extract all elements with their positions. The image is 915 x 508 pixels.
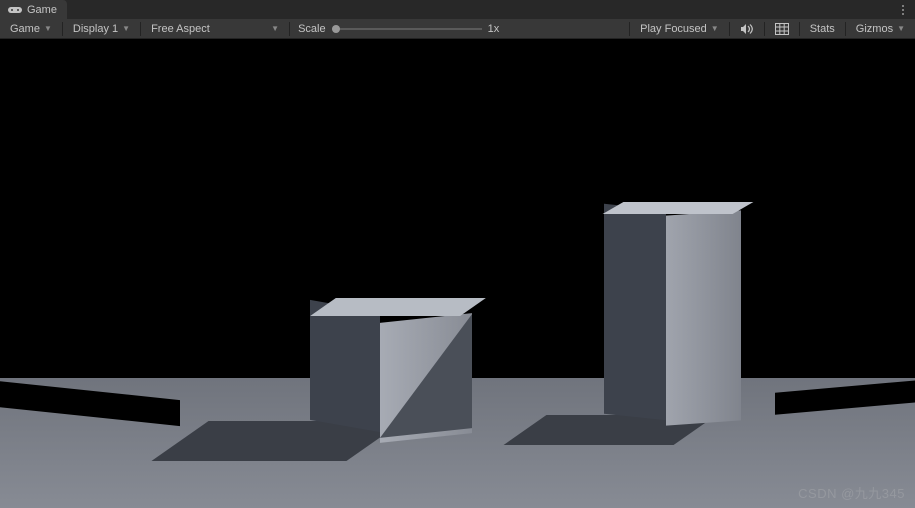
scale-control: Scale 1x	[294, 23, 499, 35]
cube-top-face	[310, 298, 486, 316]
gizmos-dropdown[interactable]: Gizmos ▼	[850, 20, 911, 38]
game-toolbar: Game ▼ Display 1 ▼ Free Aspect ▼ Scale 1…	[0, 19, 915, 39]
scale-value: 1x	[488, 23, 500, 35]
tall-right-face	[666, 210, 741, 425]
display-dropdown[interactable]: Display 1 ▼	[67, 20, 136, 38]
game-viewport: CSDN @九九345	[0, 39, 915, 508]
maximize-button[interactable]	[769, 20, 795, 38]
chevron-down-icon: ▼	[271, 24, 279, 33]
tab-options-button[interactable]	[897, 0, 909, 19]
separator	[799, 22, 800, 36]
play-mode-label: Play Focused	[640, 23, 707, 35]
watermark: CSDN @九九345	[798, 483, 905, 502]
chevron-down-icon: ▼	[44, 24, 52, 33]
separator	[729, 22, 730, 36]
separator	[764, 22, 765, 36]
stats-button[interactable]: Stats	[804, 20, 841, 38]
play-mode-dropdown[interactable]: Play Focused ▼	[634, 20, 725, 38]
aspect-dropdown[interactable]: Free Aspect ▼	[145, 20, 285, 38]
tall-left-face	[604, 204, 666, 421]
grid-icon	[775, 23, 789, 35]
tall-top-face	[603, 202, 754, 214]
tab-bar: Game	[0, 0, 915, 19]
gizmos-label: Gizmos	[856, 23, 893, 35]
cube-left-face	[310, 300, 380, 432]
game-icon	[8, 5, 22, 15]
display-label: Display 1	[73, 23, 118, 35]
separator	[629, 22, 630, 36]
cube-right-shade	[380, 314, 472, 438]
separator	[845, 22, 846, 36]
separator	[140, 22, 141, 36]
view-dropdown[interactable]: Game ▼	[4, 20, 58, 38]
chevron-down-icon: ▼	[711, 24, 719, 33]
tab-title: Game	[27, 4, 57, 16]
chevron-down-icon: ▼	[897, 24, 905, 33]
mute-audio-button[interactable]	[734, 20, 760, 38]
chevron-down-icon: ▼	[122, 24, 130, 33]
scale-label: Scale	[294, 23, 326, 35]
stats-label: Stats	[810, 23, 835, 35]
aspect-label: Free Aspect	[151, 23, 210, 35]
separator	[289, 22, 290, 36]
speaker-icon	[740, 23, 754, 35]
scale-slider[interactable]	[332, 23, 482, 35]
separator	[62, 22, 63, 36]
view-label: Game	[10, 23, 40, 35]
game-tab[interactable]: Game	[0, 0, 67, 19]
